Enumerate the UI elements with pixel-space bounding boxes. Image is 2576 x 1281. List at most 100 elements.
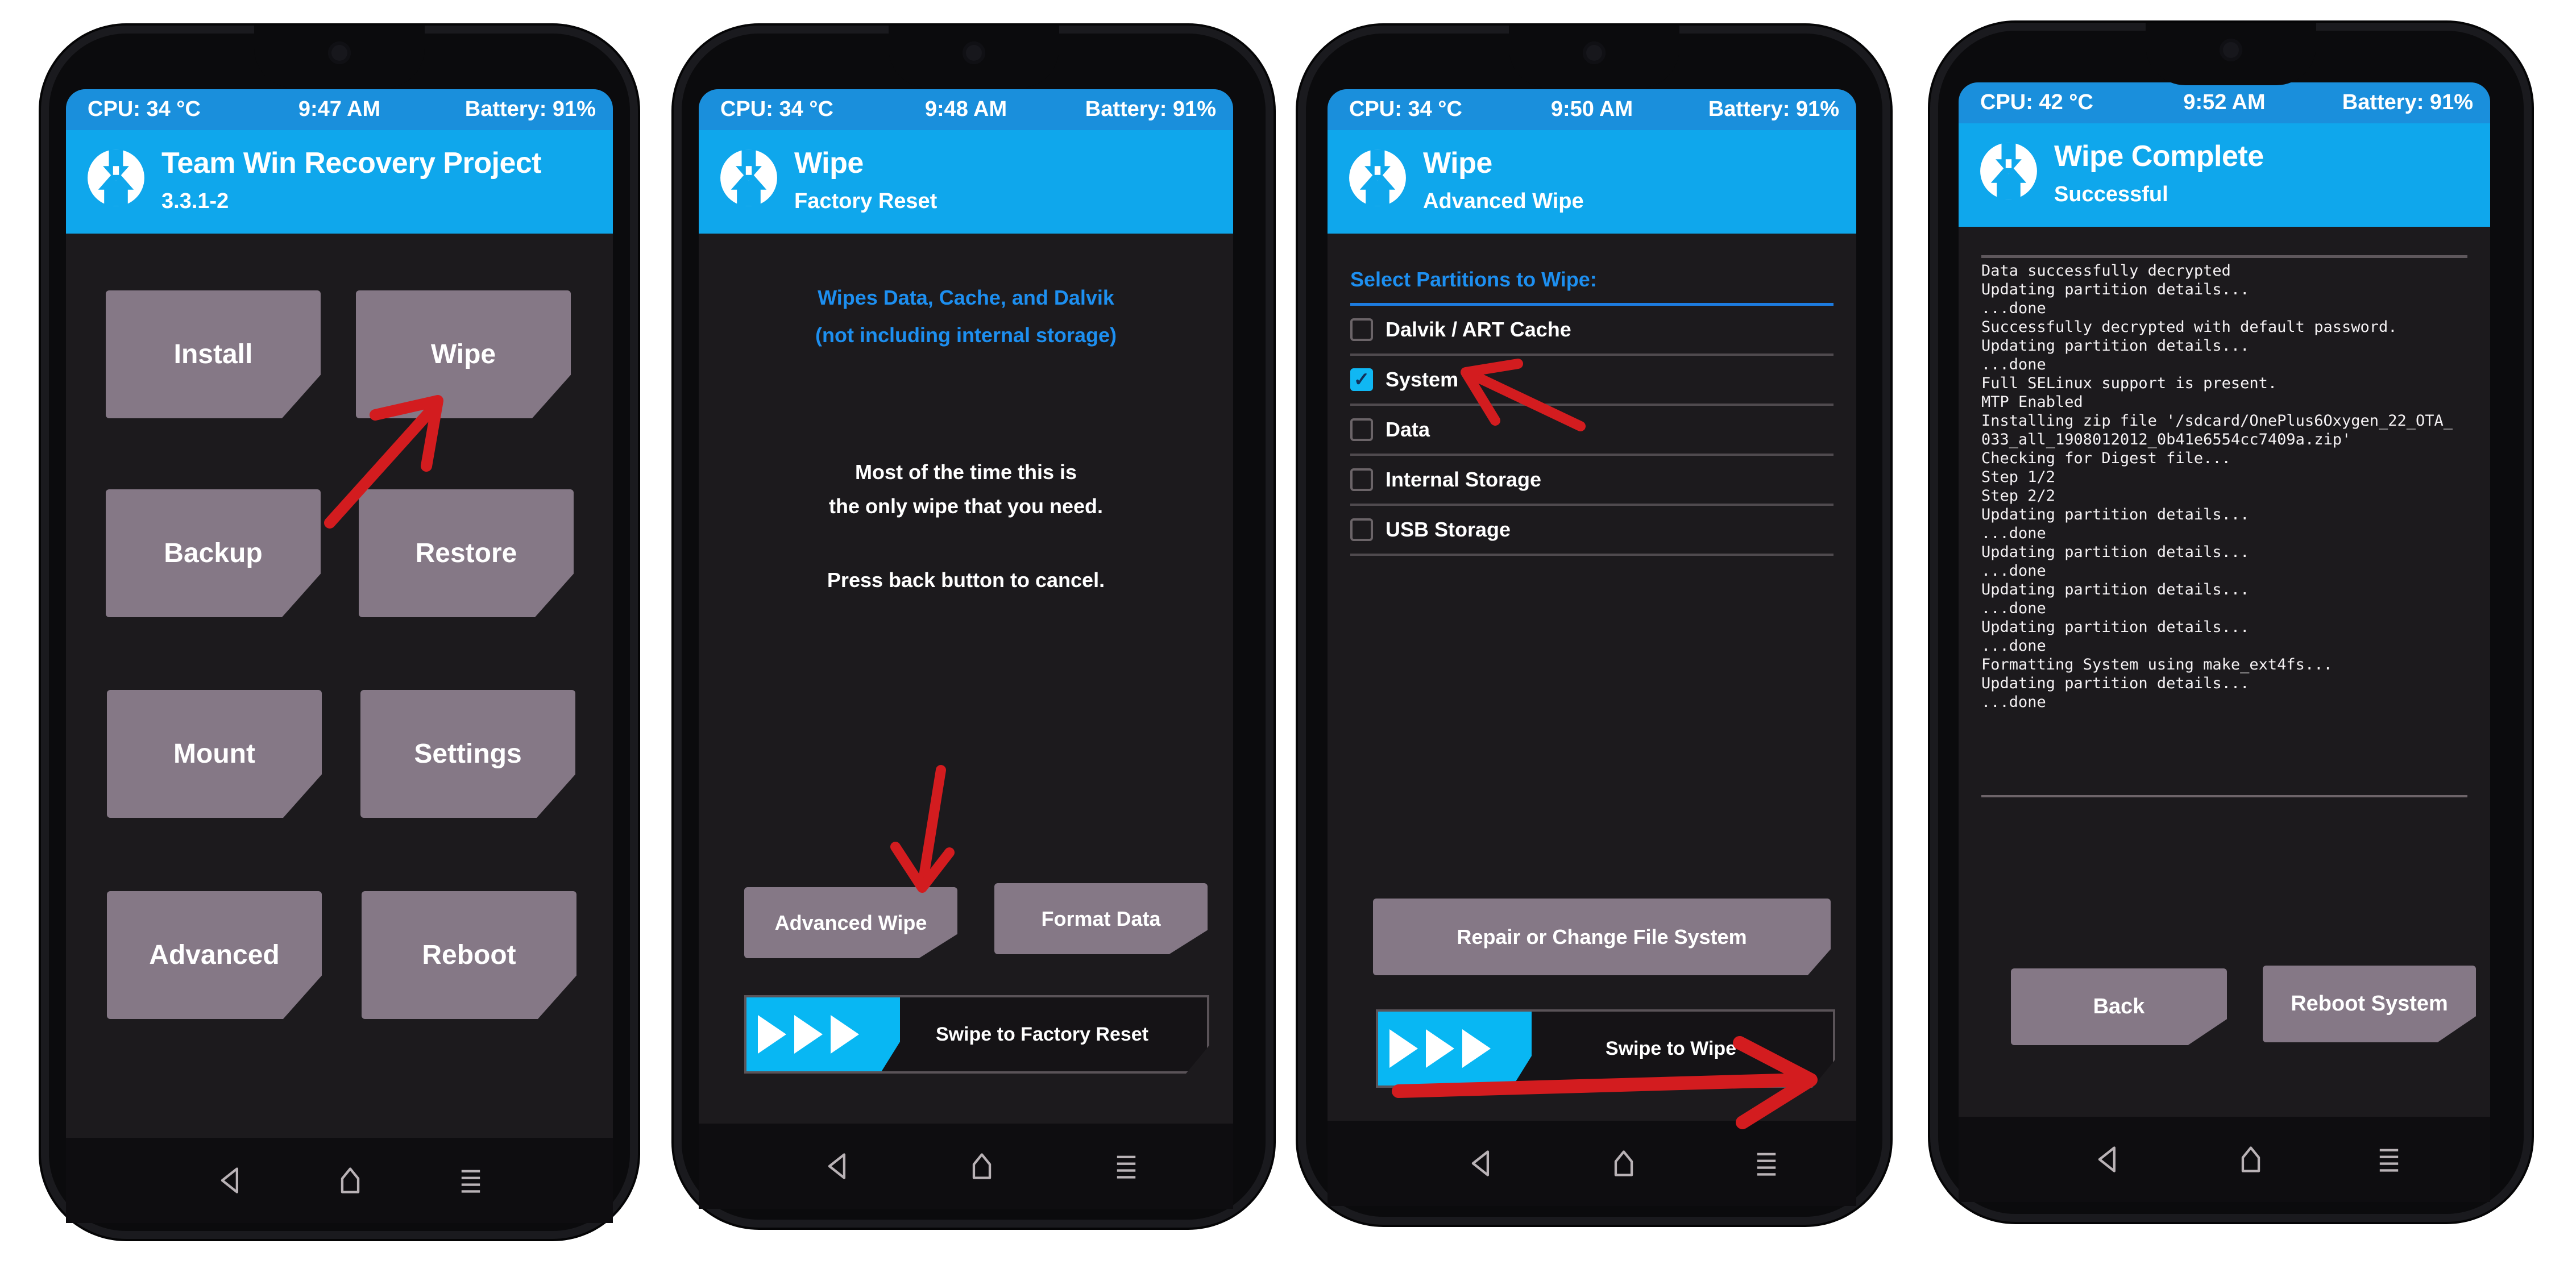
checkbox-data[interactable] [1350, 418, 1373, 441]
format-data-button[interactable]: Format Data [994, 883, 1208, 954]
backup-button[interactable]: Backup [106, 489, 321, 617]
back-triangle-icon[interactable] [215, 1165, 246, 1196]
back-triangle-icon[interactable] [1466, 1148, 1496, 1179]
header: Wipe Complete Successful [1959, 123, 2490, 227]
console-line: ...done [1981, 693, 2046, 711]
page-title: Wipe [1423, 147, 1492, 180]
back-button[interactable]: Back [2011, 968, 2227, 1045]
swipe-label: Swipe to Wipe [1605, 1037, 1737, 1059]
swipe-to-wipe-slider[interactable]: Swipe to Wipe [1376, 1009, 1835, 1088]
console-line: ...done [1981, 637, 2046, 655]
twrp-logo-icon [86, 148, 146, 207]
partition-row-data[interactable]: Data [1350, 406, 1834, 456]
home-icon[interactable] [966, 1151, 997, 1182]
swipe-label: Swipe to Factory Reset [935, 1023, 1149, 1045]
menu-lines-icon[interactable] [1751, 1148, 1782, 1179]
home-icon[interactable] [2235, 1144, 2266, 1175]
battery-level: Battery: 91% [464, 97, 596, 121]
checkbox-internal-storage[interactable] [1350, 468, 1373, 491]
checkbox-usb-storage[interactable] [1350, 518, 1373, 541]
nav-bar [1328, 1121, 1856, 1206]
chevron-right-icon [758, 1015, 786, 1054]
wipe-complete-panel: Data successfully decrypted Updating part… [1959, 227, 2490, 1117]
swipe-to-factory-reset-slider[interactable]: Swipe to Factory Reset [744, 995, 1209, 1074]
home-icon[interactable] [335, 1165, 366, 1196]
console-line: ...done [1981, 300, 2046, 317]
status-bar: CPU: 34 °C 9:50 AM Battery: 91% [1328, 89, 1856, 130]
mount-button[interactable]: Mount [107, 690, 322, 818]
console-line: ...done [1981, 562, 2046, 580]
status-bar: CPU: 34 °C 9:48 AM Battery: 91% [699, 89, 1233, 130]
header: Team Win Recovery Project 3.3.1-2 [66, 130, 613, 234]
screen: CPU: 42 °C 9:52 AM Battery: 91% Wipe Com… [1959, 82, 2490, 1117]
console-line: 033_all_1908012012_0b41e6554cc7409a.zip' [1981, 431, 2351, 448]
console-line: Updating partition details... [1981, 543, 2250, 561]
restore-button[interactable]: Restore [359, 489, 574, 617]
chevron-right-icon [1389, 1029, 1418, 1068]
chevron-right-icon [794, 1015, 823, 1054]
partition-row-internal-storage[interactable]: Internal Storage [1350, 456, 1834, 506]
partition-list: Select Partitions to Wipe: Dalvik / ART … [1350, 268, 1834, 556]
nav-bar [699, 1124, 1233, 1209]
console-line: Checking for Digest file... [1981, 450, 2231, 467]
check-icon: ✓ [1353, 369, 1370, 390]
wipe-hint: Most of the time this is the only wipe t… [699, 455, 1233, 597]
front-camera [328, 41, 351, 64]
page-title: Wipe [794, 147, 864, 180]
page-title: Team Win Recovery Project [161, 147, 542, 180]
clock: 9:50 AM [1550, 97, 1633, 121]
chevron-right-icon [1426, 1029, 1454, 1068]
wipe-button[interactable]: Wipe [356, 290, 571, 418]
reboot-button[interactable]: Reboot [362, 891, 576, 1019]
console-line: Full SELinux support is present. [1981, 375, 2278, 392]
menu-lines-icon[interactable] [1111, 1151, 1142, 1182]
menu-lines-icon[interactable] [2374, 1144, 2404, 1175]
screen: CPU: 34 °C 9:50 AM Battery: 91% Wipe Adv… [1328, 89, 1856, 1121]
advanced-wipe-button[interactable]: Advanced Wipe [744, 887, 957, 958]
console-line: Data successfully decrypted [1981, 262, 2231, 280]
cpu-temp: CPU: 42 °C [1980, 90, 2093, 114]
front-camera [962, 41, 985, 64]
partition-row-system[interactable]: ✓ System [1350, 356, 1834, 406]
wipe-description-line: Wipes Data, Cache, and Dalvik [818, 286, 1114, 309]
back-triangle-icon[interactable] [822, 1151, 853, 1182]
battery-level: Battery: 91% [1085, 97, 1216, 121]
page-title: Wipe Complete [2054, 140, 2264, 173]
reboot-system-button[interactable]: Reboot System [2263, 966, 2476, 1042]
back-triangle-icon[interactable] [2092, 1144, 2123, 1175]
advanced-button[interactable]: Advanced [107, 891, 322, 1019]
page-subtitle: Advanced Wipe [1423, 189, 1584, 213]
header: Wipe Factory Reset [699, 130, 1233, 234]
checkbox-system[interactable]: ✓ [1350, 368, 1373, 391]
console-line: ...done [1981, 600, 2046, 617]
checkbox-dalvik[interactable] [1350, 318, 1373, 341]
console-line: Updating partition details... [1981, 618, 2250, 636]
main-menu: Install Wipe Backup Restore Mount Settin… [66, 234, 613, 1138]
clock: 9:47 AM [298, 97, 381, 121]
partition-row-dalvik[interactable]: Dalvik / ART Cache [1350, 306, 1834, 356]
swipe-handle[interactable] [1378, 1012, 1532, 1085]
partition-row-usb-storage[interactable]: USB Storage [1350, 506, 1834, 556]
repair-change-fs-button[interactable]: Repair or Change File System [1373, 899, 1831, 975]
battery-level: Battery: 91% [1708, 97, 1839, 121]
home-icon[interactable] [1608, 1148, 1639, 1179]
console-line: MTP Enabled [1981, 393, 2083, 411]
phone-notch [888, 26, 1059, 88]
install-button[interactable]: Install [106, 290, 321, 418]
nav-bar [66, 1138, 613, 1223]
console-line: ...done [1981, 525, 2046, 542]
partitions-heading: Select Partitions to Wipe: [1350, 268, 1834, 306]
console-line: Updating partition details... [1981, 581, 2250, 598]
partition-label: Dalvik / ART Cache [1386, 318, 1571, 341]
chevron-right-icon [831, 1015, 859, 1054]
menu-lines-icon[interactable] [455, 1165, 486, 1196]
header: Wipe Advanced Wipe [1328, 130, 1856, 234]
cancel-hint: Press back button to cancel. [827, 568, 1105, 592]
settings-button[interactable]: Settings [360, 690, 575, 818]
screen: CPU: 34 °C 9:48 AM Battery: 91% Wipe Fac… [699, 89, 1233, 1124]
page-subtitle: Successful [2054, 182, 2168, 206]
console-line: Updating partition details... [1981, 337, 2250, 355]
partition-label: Internal Storage [1386, 468, 1542, 491]
cpu-temp: CPU: 34 °C [720, 97, 833, 121]
swipe-handle[interactable] [746, 997, 900, 1071]
